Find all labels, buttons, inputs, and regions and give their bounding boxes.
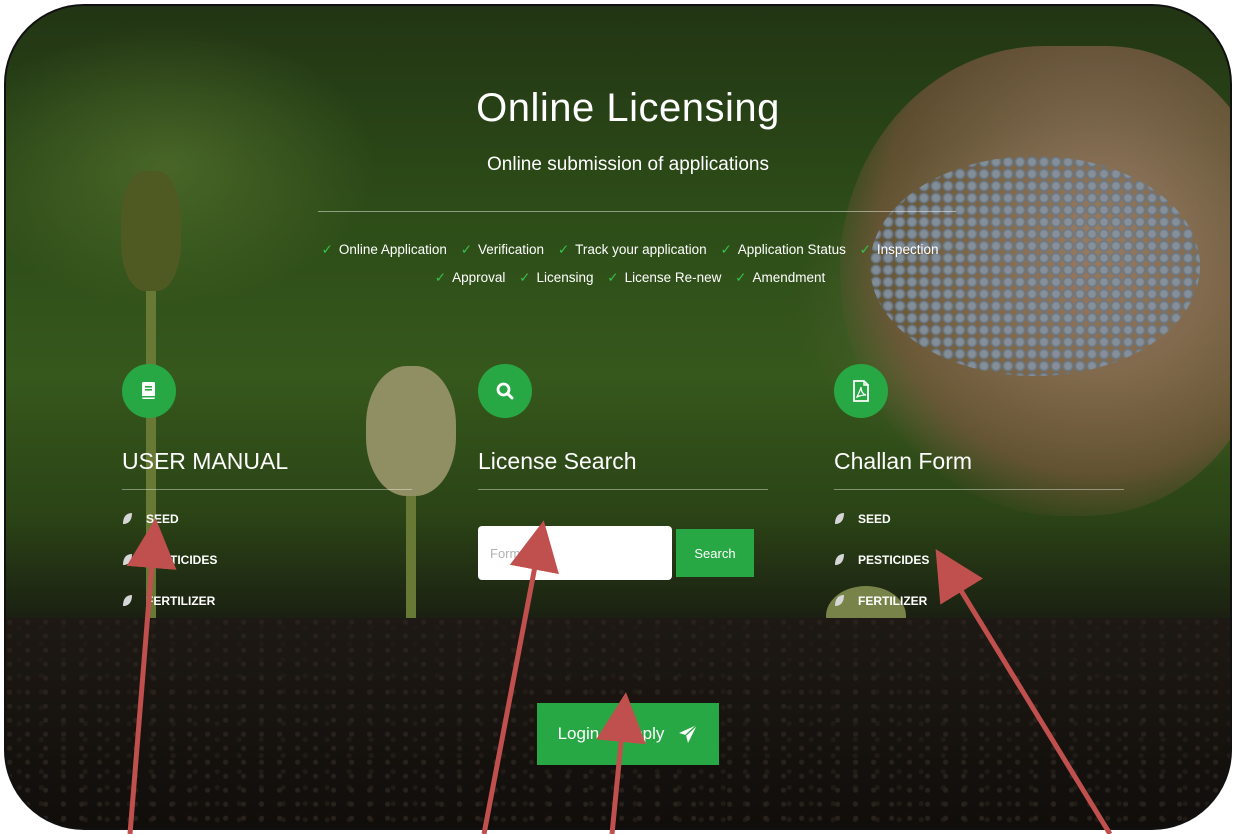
check-icon: ✓ xyxy=(859,242,871,257)
paper-plane-icon xyxy=(679,724,698,743)
license-search-title: License Search xyxy=(478,448,637,474)
leaf-icon xyxy=(835,595,844,606)
divider xyxy=(122,489,412,490)
feature-list-row-1: ✓ Online Application ✓ Verification ✓ Track… xyxy=(300,236,960,264)
license-search-section: License Search Search xyxy=(478,364,768,580)
challan-link-pesticides[interactable]: PESTICIDES xyxy=(834,553,1124,594)
feature-item: ✓ Inspection xyxy=(859,242,939,257)
challan-form-title: Challan Form xyxy=(834,448,973,474)
leaf-icon xyxy=(123,513,132,524)
user-manual-section: USER MANUAL SEED PESTICIDES FERTILIZER xyxy=(122,364,412,635)
check-icon: ✓ xyxy=(735,270,747,285)
challan-link-fertilizer[interactable]: FERTILIZER xyxy=(834,594,1124,635)
check-icon: ✓ xyxy=(434,270,447,285)
divider xyxy=(478,489,768,490)
check-icon: ✓ xyxy=(321,242,333,257)
pdf-icon xyxy=(834,364,888,418)
leaf-icon xyxy=(123,554,132,565)
divider xyxy=(318,211,956,212)
user-manual-links: SEED PESTICIDES FERTILIZER xyxy=(122,512,412,635)
feature-item: ✓ Application Status xyxy=(720,242,846,257)
challan-link-seed[interactable]: SEED xyxy=(834,512,1124,553)
book-icon xyxy=(122,364,176,418)
user-manual-link-fertilizer[interactable]: FERTILIZER xyxy=(122,594,412,635)
leaf-icon xyxy=(123,595,132,606)
feature-item: ✓ Track your application xyxy=(557,242,707,257)
page-subtitle: Online submission of applications xyxy=(487,154,769,175)
check-icon: ✓ xyxy=(607,270,619,285)
form-number-input[interactable] xyxy=(478,526,672,580)
leaf-icon xyxy=(835,554,844,565)
check-icon: ✓ xyxy=(557,242,570,257)
license-search-form: Search xyxy=(478,526,768,580)
leaf-icon xyxy=(835,513,844,524)
login-to-apply-button[interactable]: Login to Apply xyxy=(537,703,719,765)
check-icon: ✓ xyxy=(519,270,531,285)
check-icon: ✓ xyxy=(460,242,472,257)
search-button[interactable]: Search xyxy=(676,529,754,577)
feature-item: ✓ Approval xyxy=(434,270,506,285)
feature-item: ✓ Licensing xyxy=(519,270,594,285)
search-icon xyxy=(478,364,532,418)
login-label: Login to Apply xyxy=(557,724,665,743)
hero-content: Online Licensing Online submission of ap… xyxy=(0,0,1236,834)
check-icon: ✓ xyxy=(720,242,732,257)
challan-form-links: SEED PESTICIDES FERTILIZER xyxy=(834,512,1124,635)
feature-item: ✓ Online Application xyxy=(321,242,447,257)
feature-list-row-2: ✓ Approval ✓ Licensing ✓ License Re-new ✓ Am… xyxy=(300,264,960,292)
divider xyxy=(834,489,1124,490)
user-manual-link-seed[interactable]: SEED xyxy=(122,512,412,553)
user-manual-link-pesticides[interactable]: PESTICIDES xyxy=(122,553,412,594)
challan-form-section: Challan Form SEED PESTICIDES FERTILIZER xyxy=(834,364,1124,635)
feature-item: ✓ Amendment xyxy=(735,270,826,285)
feature-item: ✓ License Re-new xyxy=(607,270,722,285)
page-title: Online Licensing xyxy=(476,86,780,130)
user-manual-title: USER MANUAL xyxy=(122,448,289,474)
feature-item: ✓ Verification xyxy=(460,242,545,257)
